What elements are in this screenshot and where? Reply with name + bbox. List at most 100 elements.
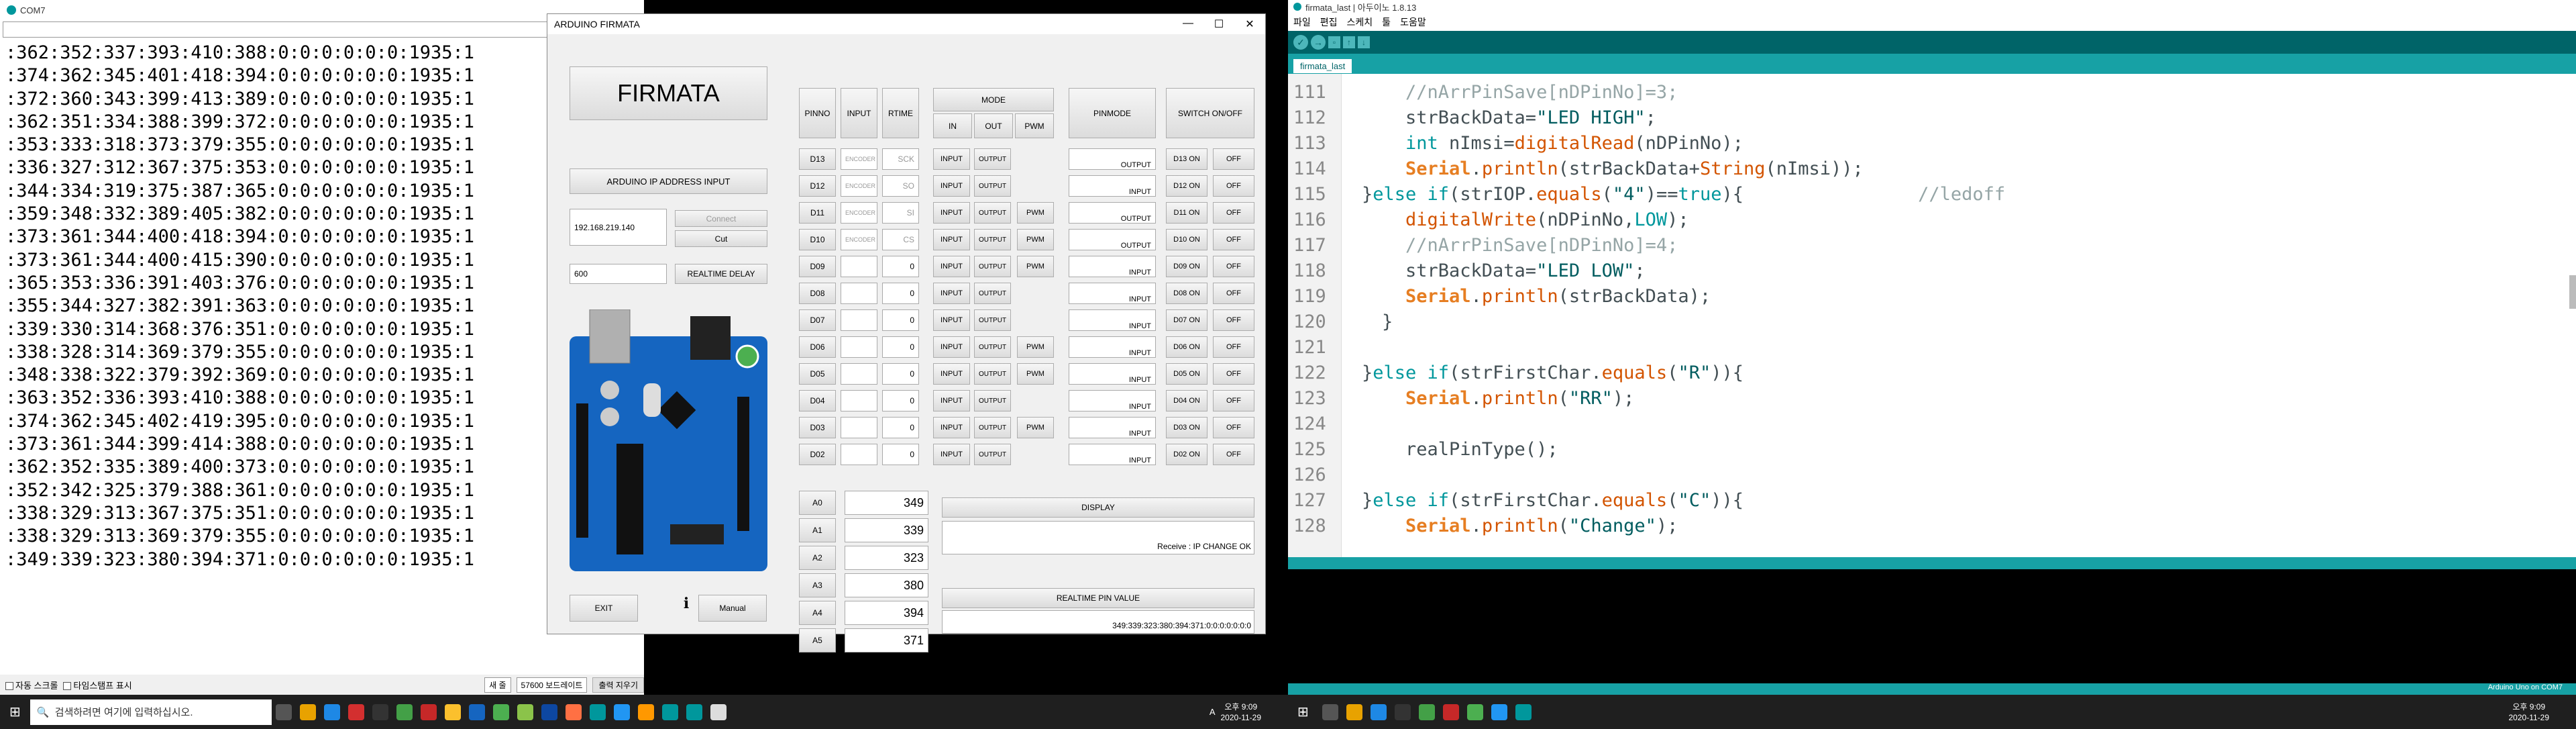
edge-icon[interactable]: [323, 703, 340, 720]
menu-item[interactable]: 편집: [1320, 15, 1338, 29]
mode-pwm-button[interactable]: PWM: [1017, 336, 1054, 358]
arduino-icon[interactable]: [686, 703, 702, 720]
pin-off-button[interactable]: OFF: [1213, 283, 1254, 304]
app-icon[interactable]: [396, 703, 413, 720]
maximize-icon[interactable]: ☐: [1203, 17, 1234, 31]
edge-icon[interactable]: [1370, 703, 1387, 720]
menu-item[interactable]: 툴: [1382, 15, 1391, 29]
mode-in-button[interactable]: INPUT: [933, 417, 970, 438]
timestamp-checkbox[interactable]: 타임스탬프 표시: [63, 679, 132, 691]
mode-out-button[interactable]: OUTPUT: [974, 417, 1011, 438]
pin-on-button[interactable]: D11 ON: [1166, 202, 1208, 224]
pin-off-button[interactable]: OFF: [1213, 363, 1254, 385]
chrome-icon[interactable]: [492, 703, 509, 720]
terminal-icon[interactable]: [372, 703, 388, 720]
pin-on-button[interactable]: D12 ON: [1166, 175, 1208, 197]
app-icon[interactable]: [420, 703, 437, 720]
pin-on-button[interactable]: D04 ON: [1166, 390, 1208, 411]
ip-address-button[interactable]: ARDUINO IP ADDRESS INPUT: [570, 168, 767, 194]
menu-item[interactable]: 파일: [1293, 15, 1311, 29]
mode-out-button[interactable]: OUTPUT: [974, 363, 1011, 385]
connect-button[interactable]: Connect: [675, 210, 767, 227]
task-view-icon[interactable]: [1322, 703, 1338, 720]
close-icon[interactable]: ✕: [1234, 17, 1265, 31]
clock[interactable]: 오후 9:09 2020-11-29: [1221, 701, 1262, 723]
mode-out-button[interactable]: OUTPUT: [974, 283, 1011, 304]
arduino-icon[interactable]: [1515, 703, 1532, 720]
mode-out-button[interactable]: OUTPUT: [974, 256, 1011, 277]
pin-off-button[interactable]: OFF: [1213, 444, 1254, 465]
arduino-icon[interactable]: [589, 703, 606, 720]
mode-in-button[interactable]: INPUT: [933, 363, 970, 385]
serial-send-input[interactable]: [3, 21, 641, 38]
taskbar-search-input[interactable]: 🔍 검색하려면 여기에 입력하십시오.: [30, 699, 272, 725]
exit-button[interactable]: EXIT: [570, 595, 638, 622]
pin-on-button[interactable]: D05 ON: [1166, 363, 1208, 385]
task-view-icon[interactable]: [275, 703, 292, 720]
vscode-icon[interactable]: [613, 703, 630, 720]
pin-off-button[interactable]: OFF: [1213, 148, 1254, 170]
minimize-icon[interactable]: —: [1173, 17, 1203, 31]
mode-in-button[interactable]: INPUT: [933, 202, 970, 224]
realtime-delay-button[interactable]: REALTIME DELAY: [675, 264, 767, 284]
pin-off-button[interactable]: OFF: [1213, 417, 1254, 438]
ip-input[interactable]: 192.168.219.140: [570, 209, 667, 246]
pin-on-button[interactable]: D10 ON: [1166, 229, 1208, 250]
mode-in-button[interactable]: INPUT: [933, 444, 970, 465]
app-icon[interactable]: [347, 703, 364, 720]
app-icon[interactable]: [1418, 703, 1435, 720]
mode-pwm-button[interactable]: PWM: [1017, 363, 1054, 385]
mode-in-button[interactable]: INPUT: [933, 229, 970, 250]
ime-indicator[interactable]: A: [1210, 707, 1216, 717]
mode-in-button[interactable]: INPUT: [933, 175, 970, 197]
editor-scrollbar[interactable]: [2569, 275, 2576, 309]
pin-off-button[interactable]: OFF: [1213, 229, 1254, 250]
verify-icon[interactable]: ✓: [1293, 35, 1308, 50]
mode-pwm-button[interactable]: PWM: [1017, 256, 1054, 277]
app-icon[interactable]: [565, 703, 582, 720]
arduino-icon[interactable]: [661, 703, 678, 720]
pin-on-button[interactable]: D09 ON: [1166, 256, 1208, 277]
firmata-logo-button[interactable]: FIRMATA: [570, 66, 767, 120]
cut-button[interactable]: Cut: [675, 230, 767, 247]
pin-off-button[interactable]: OFF: [1213, 202, 1254, 224]
clock-right[interactable]: 오후 9:09 2020-11-29: [2509, 701, 2550, 723]
pin-off-button[interactable]: OFF: [1213, 336, 1254, 358]
pin-off-button[interactable]: OFF: [1213, 175, 1254, 197]
mode-out-button[interactable]: OUTPUT: [974, 229, 1011, 250]
menu-item[interactable]: 도움말: [1400, 15, 1426, 29]
tab-firmata-last[interactable]: firmata_last: [1293, 59, 1352, 73]
delay-input[interactable]: 600: [570, 264, 667, 284]
new-icon[interactable]: ▫: [1328, 36, 1340, 48]
mode-out-button[interactable]: OUTPUT: [974, 336, 1011, 358]
app-icon[interactable]: [517, 703, 533, 720]
mode-pwm-button[interactable]: PWM: [1017, 202, 1054, 224]
mode-in-button[interactable]: INPUT: [933, 336, 970, 358]
mode-out-button[interactable]: OUTPUT: [974, 444, 1011, 465]
save-icon[interactable]: ↓: [1358, 36, 1370, 48]
firmata-task-icon[interactable]: [710, 703, 727, 720]
mode-out-button[interactable]: OUTPUT: [974, 148, 1011, 170]
file-explorer-icon[interactable]: [299, 703, 316, 720]
line-ending-select[interactable]: 새 줄: [484, 677, 511, 693]
upload-icon[interactable]: →: [1311, 35, 1326, 50]
mode-in-button[interactable]: INPUT: [933, 256, 970, 277]
pin-off-button[interactable]: OFF: [1213, 309, 1254, 331]
mode-out-button[interactable]: OUTPUT: [974, 309, 1011, 331]
mode-pwm-button[interactable]: PWM: [1017, 417, 1054, 438]
open-icon[interactable]: ↑: [1343, 36, 1355, 48]
pin-on-button[interactable]: D03 ON: [1166, 417, 1208, 438]
terminal-icon[interactable]: [1394, 703, 1411, 720]
manual-button[interactable]: Manual: [698, 595, 767, 622]
app-icon[interactable]: [541, 703, 557, 720]
mode-out-button[interactable]: OUTPUT: [974, 175, 1011, 197]
mode-out-button[interactable]: OUTPUT: [974, 202, 1011, 224]
vscode-icon[interactable]: [1491, 703, 1507, 720]
clear-output-button[interactable]: 출력 지우기: [592, 677, 644, 693]
app-icon[interactable]: [468, 703, 485, 720]
app-icon[interactable]: [444, 703, 461, 720]
mode-pwm-button[interactable]: PWM: [1017, 229, 1054, 250]
menu-item[interactable]: 스케치: [1347, 15, 1373, 29]
windows-start-icon[interactable]: ⊞: [9, 703, 21, 720]
pin-on-button[interactable]: D02 ON: [1166, 444, 1208, 465]
